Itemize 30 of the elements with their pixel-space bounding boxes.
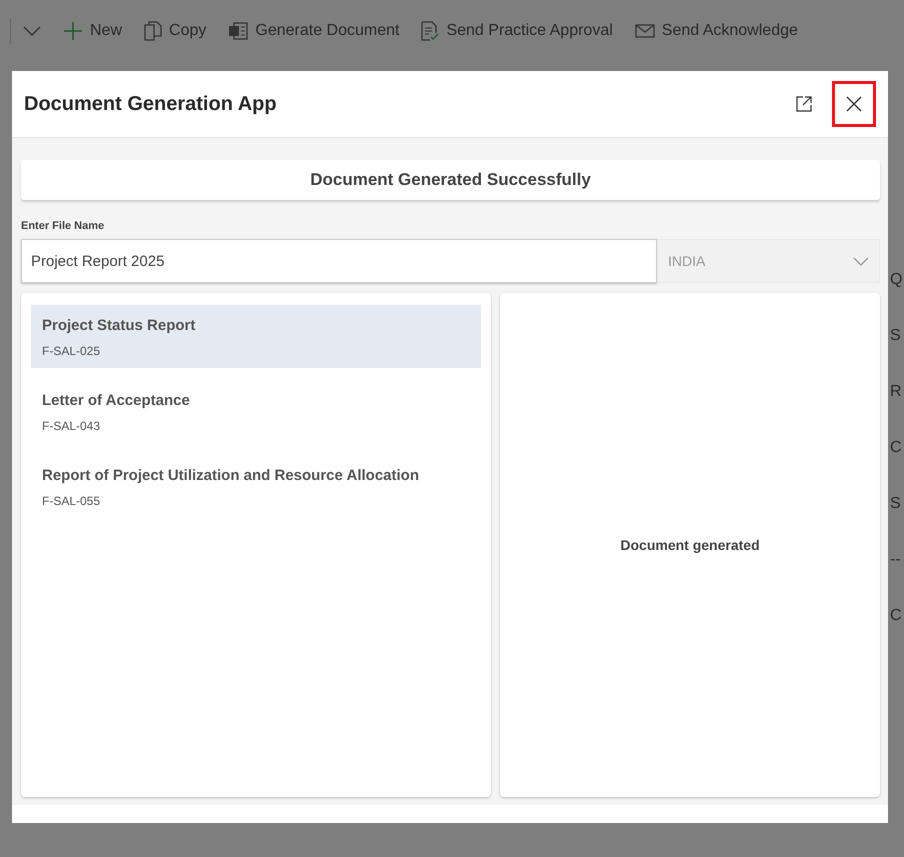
page-text: C bbox=[890, 439, 903, 457]
checklist-icon bbox=[421, 20, 440, 40]
chevron-down-icon bbox=[853, 256, 869, 266]
file-name-input[interactable]: Project Report 2025 bbox=[21, 239, 657, 283]
page-text: -- bbox=[890, 551, 902, 569]
toolbar-button[interactable]: Copy bbox=[144, 20, 206, 40]
copy-icon bbox=[144, 20, 162, 40]
page-text: R bbox=[890, 383, 903, 401]
dialog-title: Document Generation App bbox=[24, 92, 278, 116]
plus-icon bbox=[63, 20, 83, 40]
mail-icon bbox=[634, 24, 655, 38]
page-text: S bbox=[890, 327, 902, 345]
close-icon bbox=[846, 96, 862, 112]
template-item[interactable]: Report of Project Utilization and Resource Allocation F-SAL-055 bbox=[31, 455, 481, 518]
toolbar-button[interactable]: New bbox=[63, 20, 122, 40]
close-button[interactable] bbox=[832, 81, 876, 127]
chevron-down-icon[interactable] bbox=[23, 26, 41, 36]
toolbar-button[interactable]: Generate Document bbox=[228, 22, 400, 40]
toolbar-button[interactable]: Send Practice Approval bbox=[421, 20, 613, 40]
preview-message: Document generated bbox=[620, 537, 760, 553]
page-text: S bbox=[890, 495, 902, 513]
document-icon bbox=[228, 22, 248, 40]
page-text: Q bbox=[890, 271, 904, 289]
toolbar-button[interactable]: Send Acknowledge bbox=[634, 22, 798, 40]
status-banner: Document Generated Successfully bbox=[21, 160, 880, 200]
template-item[interactable]: Project Status Report F-SAL-025 bbox=[31, 305, 481, 368]
field-label: Enter File Name bbox=[21, 220, 106, 232]
template-item[interactable]: Letter of Acceptance F-SAL-043 bbox=[31, 380, 481, 443]
expand-icon[interactable] bbox=[796, 96, 812, 112]
page-text: C bbox=[890, 607, 903, 625]
